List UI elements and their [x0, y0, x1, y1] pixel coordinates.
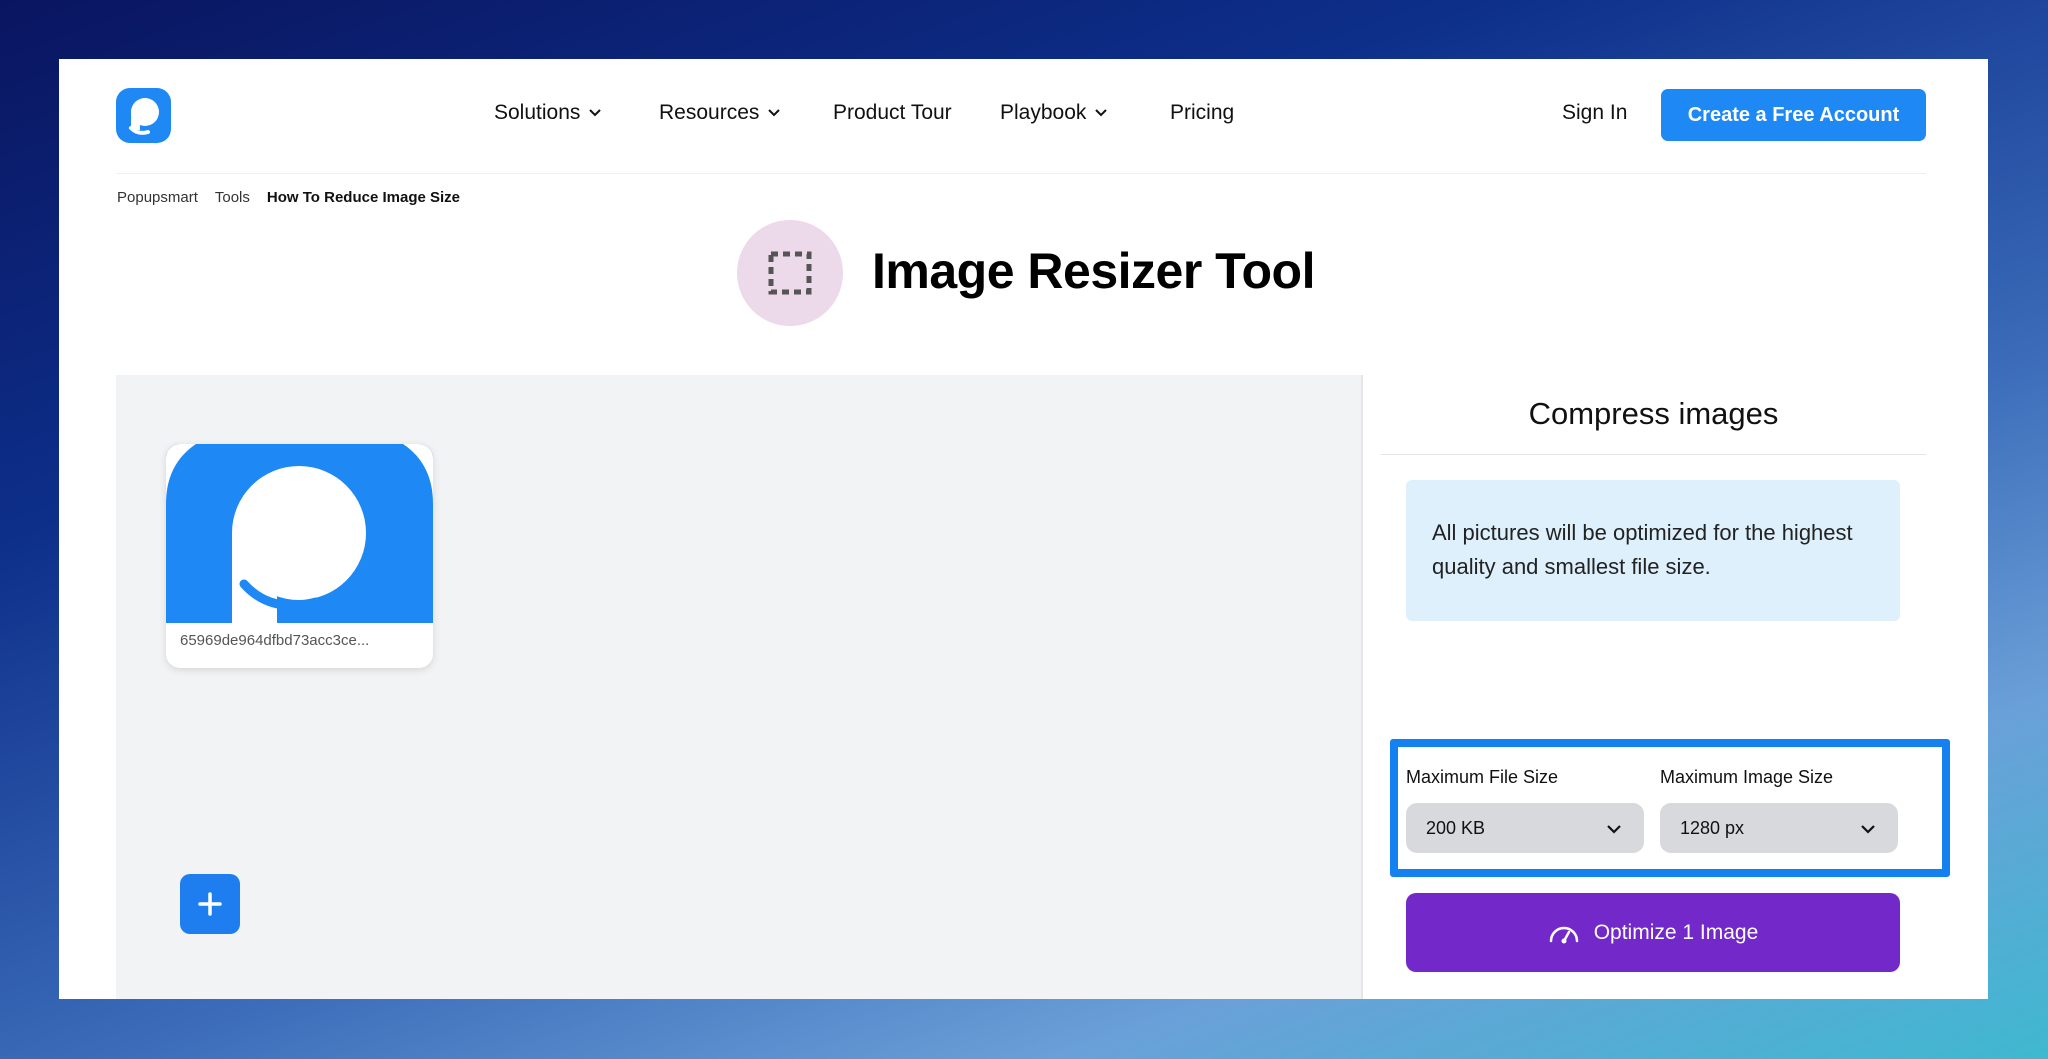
panel-divider [1381, 454, 1926, 455]
breadcrumb-current: How To Reduce Image Size [266, 189, 461, 206]
max-file-size-label: Maximum File Size [1406, 767, 1559, 787]
uploaded-file-name: 65969de964dfbd73acc3ce... [180, 632, 370, 649]
uploaded-image-preview [166, 444, 433, 623]
nav-product-tour[interactable]: Product Tour [833, 101, 952, 125]
breadcrumb-popupsmart[interactable]: Popupsmart [117, 189, 198, 206]
breadcrumb: Popupsmart Tools How To Reduce Image Siz… [117, 189, 460, 206]
info-box: All pictures will be optimized for the h… [1406, 480, 1900, 621]
max-image-size-select[interactable]: 1280 px [1660, 803, 1898, 853]
max-file-size-select[interactable]: 200 KB [1406, 803, 1644, 853]
resize-icon [768, 251, 812, 295]
nav-playbook[interactable]: Playbook [1000, 101, 1108, 125]
chevron-down-icon [1095, 109, 1108, 117]
page-title: Image Resizer Tool [872, 243, 1315, 299]
browser-window: Solutions Resources Product Tour Playboo… [59, 59, 1988, 999]
panel-separator [1361, 375, 1363, 999]
resize-icon-badge [737, 220, 843, 326]
panel-title: Compress images [1528, 396, 1779, 431]
chevron-down-icon [768, 109, 781, 117]
max-image-size-label: Maximum Image Size [1660, 767, 1834, 787]
create-account-button[interactable]: Create a Free Account [1661, 89, 1926, 141]
chevron-down-icon [589, 109, 602, 117]
plus-icon [198, 892, 222, 916]
add-image-button[interactable] [180, 874, 240, 934]
header-divider [116, 173, 1926, 174]
site-header: Solutions Resources Product Tour Playboo… [59, 59, 1988, 173]
speedometer-icon [1549, 926, 1578, 943]
chevron-down-icon [1607, 825, 1621, 834]
chevron-down-icon [1861, 825, 1875, 834]
size-options-highlight: Maximum File Size 200 KB Maximum Image S… [1390, 739, 1950, 877]
nav-pricing[interactable]: Pricing [1170, 101, 1234, 125]
nav-resources[interactable]: Resources [659, 101, 781, 125]
sign-in-link[interactable]: Sign In [1562, 101, 1627, 125]
optimize-button[interactable]: Optimize 1 Image [1406, 893, 1900, 972]
uploaded-image-card[interactable]: 65969de964dfbd73acc3ce... [166, 444, 433, 668]
popupsmart-logo-icon[interactable] [116, 88, 171, 143]
breadcrumb-tools[interactable]: Tools [215, 189, 250, 206]
nav-solutions[interactable]: Solutions [494, 101, 602, 125]
